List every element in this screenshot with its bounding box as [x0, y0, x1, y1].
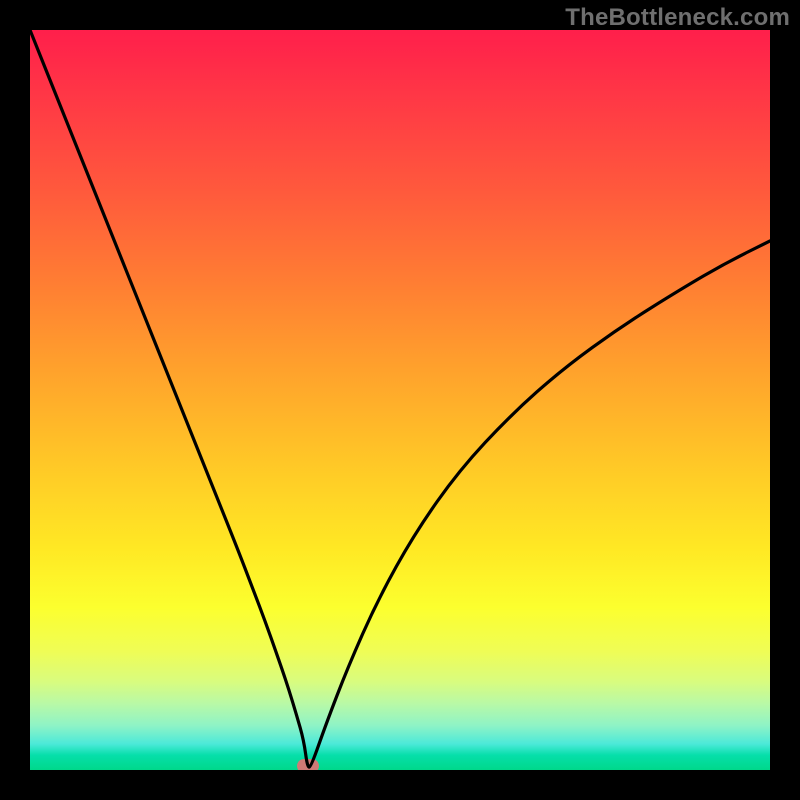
plot-area [30, 30, 770, 770]
min-point-marker [297, 759, 319, 770]
chart-frame: TheBottleneck.com [0, 0, 800, 800]
watermark-text: TheBottleneck.com [565, 4, 790, 32]
gradient-background [30, 30, 770, 770]
